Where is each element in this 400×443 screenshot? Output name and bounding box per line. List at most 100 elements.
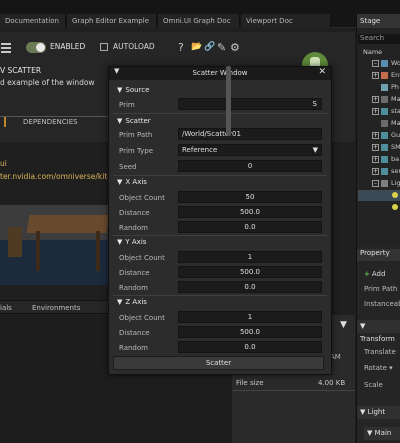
folder-icon[interactable]: 📂 [191,42,202,52]
scale-label: Scale [364,381,383,389]
ui-label: ui [0,159,7,168]
expand-icon[interactable]: + [372,96,379,103]
close-icon[interactable]: ✕ [318,67,326,77]
source-prim-field[interactable]: S [178,98,322,110]
expand-icon[interactable]: + [372,108,379,115]
light-icon [392,192,398,198]
autoload-checkbox[interactable] [100,43,108,51]
x-random-label: Random [119,224,148,232]
main-section[interactable]: ▼ Main [364,427,400,440]
tab-materials[interactable]: ials [0,304,12,312]
x-object-count-field[interactable]: 50 [178,191,322,203]
stage-tree-item[interactable]: + Gu [358,130,400,141]
y-axis-section[interactable]: ▼ Y Axis [117,238,146,246]
enabled-toggle[interactable] [26,42,46,53]
prim-type-select[interactable]: Reference ▼ [178,144,322,156]
stage-item-label: SM [391,143,400,151]
source-section[interactable]: ▼ Source [117,86,149,94]
autoload-label: AUTOLOAD [113,42,155,51]
menu-icon[interactable] [1,43,11,53]
settings-icon[interactable]: ⚙ [230,41,240,54]
x-random-field[interactable]: 0.0 [178,221,322,233]
scatter-window-title[interactable]: Scatter Window [109,67,331,80]
stage-item-label: Ph [391,83,400,91]
tab-stage[interactable]: Stage [357,14,400,28]
expand-icon[interactable]: – [372,180,379,187]
prim-icon [381,132,388,139]
z-random-label: Random [119,344,148,352]
x-distance-field[interactable]: 500.0 [178,206,322,218]
expand-icon[interactable]: + [372,144,379,151]
documentation-link[interactable]: ter.nvidia.com/omniverse/kit-ext [0,172,122,181]
chevron-down-icon: ▼ [312,146,318,154]
stage-search-input[interactable]: Search [358,34,400,44]
expand-icon[interactable]: + [372,72,379,79]
stage-tree-item[interactable]: – World [358,58,400,69]
add-button[interactable]: + Add [364,268,400,280]
stage-tree-item[interactable]: + ser [358,166,400,177]
extension-title: V SCATTER [0,66,42,75]
stage-tree-item[interactable]: + Ma [358,94,400,105]
y-distance-label: Distance [119,269,150,277]
collapse-icon[interactable]: ▼ [114,67,119,75]
tab-graph-editor-example[interactable]: Graph Editor Example [67,14,157,28]
tab-omni-ui-graph-doc[interactable]: Omni.UI Graph Doc [158,14,240,28]
chevron-down-icon: ▼ [117,117,123,125]
stage-tree-item[interactable]: Ph [358,82,400,93]
tab-property[interactable]: Property [357,249,400,261]
stage-tree-item[interactable]: + sta [358,106,400,117]
expand-icon[interactable]: – [372,60,379,67]
prim-path-field[interactable]: /World/Scatter01 [178,128,322,140]
y-random-label: Random [119,284,148,292]
expand-icon[interactable]: + [372,132,379,139]
scatter-section[interactable]: ▼ Scatter [117,117,151,125]
prim-icon [381,108,388,115]
expand-icon[interactable]: + [372,156,379,163]
y-distance-field[interactable]: 500.0 [178,266,322,278]
prim-icon [381,168,388,175]
tab-documentation[interactable]: Documentation [0,14,66,28]
tab-dependencies[interactable]: DEPENDENCIES [23,118,78,126]
scatter-window-scrollbar[interactable] [226,66,231,136]
stage-tree-item[interactable]: + SM [358,142,400,153]
prim-icon [381,72,388,79]
x-distance-label: Distance [119,209,150,217]
seed-field[interactable]: 0 [178,160,322,172]
scatter-button[interactable]: Scatter [113,356,324,370]
edit-icon[interactable]: ✎ [217,41,226,54]
plus-icon: + [364,270,370,278]
stage-item-label: Ma [391,95,400,103]
stage-item-label: World [391,59,400,67]
prim-icon [381,96,388,103]
expand-icon[interactable]: + [372,168,379,175]
stage-tree-item[interactable]: + ba [358,154,400,165]
prim-type-label: Prim Type [119,147,154,155]
tab-viewport-doc[interactable]: Viewport Doc [241,14,331,28]
z-axis-section[interactable]: ▼ Z Axis [117,298,147,306]
divider [233,390,355,391]
file-size-value: 4.00 KB [318,379,346,387]
y-random-field[interactable]: 0.0 [178,281,322,293]
y-object-count-field[interactable]: 1 [178,251,322,263]
light-section[interactable]: ▼ Light [357,406,400,419]
x-axis-section[interactable]: ▼ X Axis [117,178,147,186]
seed-label: Seed [119,163,137,171]
stage-tree-item[interactable]: – Lig [358,178,400,189]
prim-path-label: Prim Path [119,131,153,139]
rotate-label[interactable]: Rotate ▾ [364,364,393,372]
divider [113,113,327,114]
extension-toolbar: ENABLED AUTOLOAD ? 📂 🔗 ✎ ⚙ [0,40,355,56]
file-size-label: File size [236,379,264,387]
stage-tree-item[interactable]: + Env [358,70,400,81]
z-random-field[interactable]: 0.0 [178,341,322,353]
stage-tree-item[interactable]: Ma [358,118,400,129]
tab-environments[interactable]: Environments [32,304,80,312]
help-icon[interactable]: ? [178,41,184,54]
instanceable-label: Instanceab [364,300,400,308]
z-distance-field[interactable]: 500.0 [178,326,322,338]
prim-icon [381,180,388,187]
transform-section[interactable]: ▼ Transform [357,320,400,343]
link-icon[interactable]: 🔗 [204,42,215,52]
filter-icon[interactable]: ▼ [340,320,347,330]
z-object-count-field[interactable]: 1 [178,311,322,323]
